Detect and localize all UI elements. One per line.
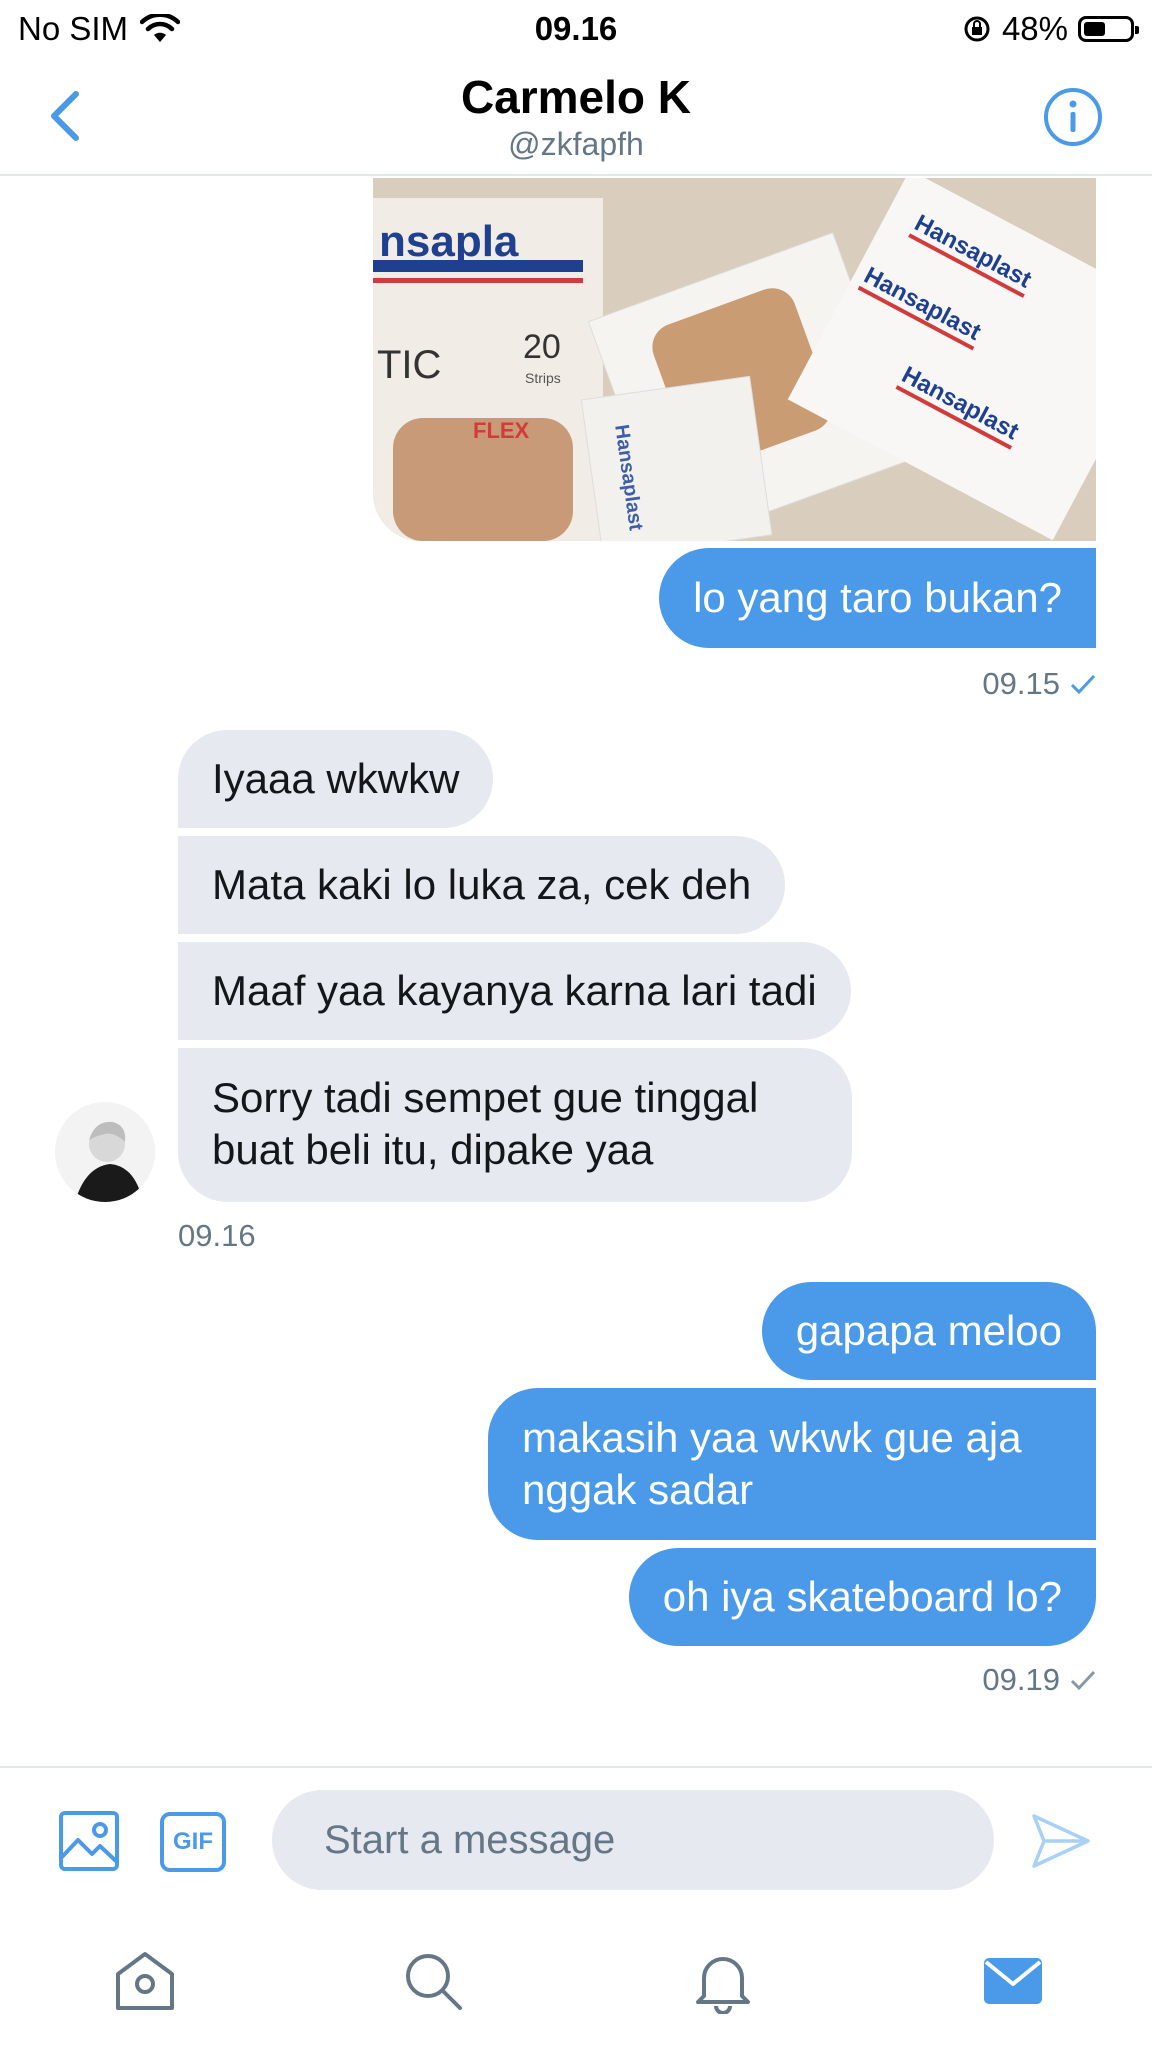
gif-button[interactable]: GIF bbox=[160, 1812, 226, 1872]
sent-photo[interactable]: nsapla TIC 20 Strips FLEX Hansaplast Han… bbox=[373, 178, 1096, 541]
message-bubble-received[interactable]: Maaf yaa kayanya karna lari tadi bbox=[178, 942, 851, 1040]
message-bubble-received[interactable]: Sorry tadi sempet gue tinggal buat beli … bbox=[178, 1048, 852, 1202]
message-text: Maaf yaa kayanya karna lari tadi bbox=[212, 967, 817, 1014]
image-attach-button[interactable] bbox=[58, 1810, 120, 1872]
box-count-text: 20 bbox=[523, 328, 561, 366]
message-timestamp: 09.16 bbox=[178, 1218, 256, 1253]
message-bubble-sent[interactable]: lo yang taro bukan? bbox=[659, 548, 1096, 648]
search-icon bbox=[406, 1954, 462, 2010]
message-input[interactable] bbox=[272, 1790, 994, 1890]
box-type-text: TIC bbox=[377, 343, 441, 387]
timestamp-text: 09.19 bbox=[982, 1662, 1060, 1697]
message-timestamp: 09.15 bbox=[982, 666, 1096, 702]
info-button[interactable] bbox=[1042, 86, 1104, 148]
message-timestamp: 09.19 bbox=[982, 1662, 1096, 1698]
box-brand-text: nsapla bbox=[379, 217, 519, 266]
message-bubble-received[interactable]: Iyaaa wkwkw bbox=[178, 730, 494, 828]
message-text: Mata kaki lo luka za, cek deh bbox=[212, 861, 752, 908]
send-button[interactable] bbox=[1030, 1810, 1092, 1872]
status-right: 48% bbox=[962, 10, 1139, 48]
conversation-title: Carmelo K bbox=[460, 71, 692, 123]
conversation-handle: @zkfapfh bbox=[508, 126, 644, 162]
message-bubble-sent[interactable]: oh iya skateboard lo? bbox=[628, 1548, 1096, 1646]
tab-notifications[interactable] bbox=[690, 1948, 756, 2014]
box-strips-text: Strips bbox=[525, 370, 561, 386]
tab-messages[interactable] bbox=[980, 1948, 1046, 2014]
tab-bar bbox=[0, 1906, 1152, 2048]
avatar-image bbox=[55, 1102, 155, 1202]
status-bar: No SIM 09.16 48% bbox=[0, 0, 1152, 58]
mail-icon bbox=[984, 1958, 1042, 2004]
bandage-photo-image: nsapla TIC 20 Strips FLEX Hansaplast Han… bbox=[373, 178, 1096, 541]
message-bubble-sent[interactable]: gapapa meloo bbox=[761, 1282, 1096, 1380]
message-text: oh iya skateboard lo? bbox=[662, 1573, 1062, 1620]
bell-icon bbox=[696, 1957, 750, 2014]
flex-label: FLEX bbox=[473, 418, 530, 443]
message-bubble-received[interactable]: Mata kaki lo luka za, cek deh bbox=[178, 836, 786, 934]
timestamp-text: 09.15 bbox=[982, 666, 1060, 701]
battery-percent: 48% bbox=[1001, 10, 1068, 47]
message-text-line: makasih yaa wkwk gue aja bbox=[522, 1414, 1022, 1461]
tab-search[interactable] bbox=[400, 1948, 466, 2014]
conversation-header: Carmelo K @zkfapfh bbox=[0, 58, 1152, 176]
tab-home[interactable] bbox=[112, 1948, 178, 2014]
battery-icon bbox=[1078, 16, 1139, 42]
home-icon bbox=[116, 1952, 174, 2010]
message-text-line: nggak sadar bbox=[522, 1466, 754, 1513]
message-text: lo yang taro bukan? bbox=[693, 574, 1062, 621]
sent-check-icon bbox=[1070, 1670, 1096, 1691]
message-bubble-sent[interactable]: makasih yaa wkwk gue aja nggak sadar bbox=[488, 1388, 1096, 1540]
message-composer: GIF bbox=[0, 1766, 1152, 1906]
message-text-line: Sorry tadi sempet gue tinggal bbox=[212, 1074, 759, 1121]
message-text: gapapa meloo bbox=[795, 1307, 1062, 1354]
read-check-icon bbox=[1070, 674, 1096, 695]
avatar[interactable] bbox=[55, 1102, 155, 1202]
message-text: Iyaaa wkwkw bbox=[212, 755, 460, 802]
message-text-line: buat beli itu, dipake yaa bbox=[212, 1126, 654, 1173]
orientation-lock-icon bbox=[964, 16, 990, 42]
